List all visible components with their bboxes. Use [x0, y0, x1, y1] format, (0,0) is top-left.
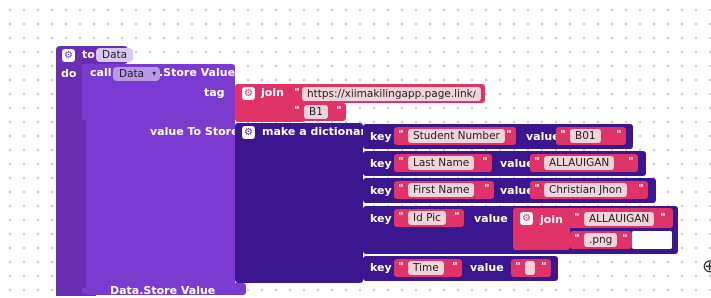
dictionary-label: make a dictionary	[262, 125, 374, 138]
value-text[interactable]	[525, 261, 535, 275]
key-text[interactable]: First Name	[408, 183, 475, 197]
quote-open-icon: "	[560, 128, 566, 141]
join-string-allauigan[interactable]: " ALLAUIGAN "	[570, 210, 670, 228]
pair-value-label: value	[526, 130, 560, 143]
join-string-png[interactable]: " .png "	[570, 231, 632, 249]
quote-close-icon: "	[482, 155, 488, 168]
bottom-call-partial-label: Data.Store Value	[110, 284, 216, 297]
pair-value-label: value	[500, 184, 534, 197]
tag-join-label: join	[261, 86, 284, 99]
quote-open-icon: "	[398, 182, 404, 195]
quote-open-icon: "	[398, 128, 404, 141]
key-text[interactable]: Id Pic	[408, 211, 446, 225]
value-to-store-label: value To Store	[150, 125, 239, 138]
quote-open-icon: "	[574, 232, 580, 245]
quote-open-icon: "	[294, 104, 300, 117]
quote-close-icon: "	[622, 232, 628, 245]
pair-value-label: value	[474, 212, 508, 225]
tag-label: tag	[204, 86, 225, 99]
key-string-time[interactable]: " Time "	[394, 259, 462, 277]
component-dropdown[interactable]: Data ▾	[113, 67, 161, 81]
dictionary-gear-icon[interactable]: ⚙	[242, 126, 255, 139]
bottom-call-block-partial[interactable]: Data.Store Value	[86, 283, 246, 297]
quote-close-icon: "	[336, 104, 342, 117]
pair-key-label: key	[370, 157, 392, 170]
value-string-empty[interactable]: " "	[511, 259, 551, 277]
key-string-student-number[interactable]: " Student Number "	[394, 127, 516, 145]
id-pic-join-label: join	[540, 213, 563, 226]
key-string-id-pic[interactable]: " Id Pic "	[394, 209, 464, 227]
join-part-text[interactable]: ALLAUIGAN	[584, 212, 655, 226]
call-inner-stripe	[82, 120, 86, 288]
method-label: .Store Value	[159, 66, 236, 79]
key-text[interactable]: Student Number	[408, 129, 505, 143]
quote-close-icon: "	[541, 260, 547, 273]
quote-open-icon: "	[398, 210, 404, 223]
quote-close-icon: "	[616, 128, 622, 141]
quote-close-icon: "	[484, 182, 490, 195]
value-text[interactable]: B01	[570, 129, 601, 143]
target-icon[interactable]: ⊕	[702, 257, 711, 277]
join-part-text[interactable]: .png	[584, 233, 618, 247]
quote-close-icon: "	[454, 210, 460, 223]
quote-open-icon: "	[294, 86, 300, 99]
pair-key-label: key	[370, 261, 392, 274]
quote-open-icon: "	[534, 182, 540, 195]
component-name: Data	[119, 68, 145, 80]
dictionary-block[interactable]	[235, 123, 363, 283]
join-gear-icon[interactable]: ⚙	[242, 87, 255, 100]
value-text[interactable]: Christian Jhon	[544, 183, 627, 197]
join-gear-icon[interactable]: ⚙	[520, 212, 533, 225]
value-text[interactable]: ALLAUIGAN	[544, 156, 615, 170]
tag-url-text[interactable]: https://xiimakilingapp.page.link/	[302, 87, 482, 101]
value-string-allauigan[interactable]: " ALLAUIGAN "	[530, 154, 638, 172]
quote-open-icon: "	[398, 155, 404, 168]
pair-value-label: value	[470, 261, 504, 274]
tag-b1-text[interactable]: B1	[304, 105, 328, 119]
key-string-first-name[interactable]: " First Name "	[394, 181, 494, 199]
pair-key-label: key	[370, 212, 392, 225]
procedure-name-field[interactable]: Data	[96, 48, 134, 62]
key-text[interactable]: Last Name	[408, 156, 475, 170]
quote-close-icon: "	[628, 155, 634, 168]
chevron-down-icon: ▾	[152, 69, 157, 78]
join-empty-slot	[632, 231, 672, 249]
pair-value-label: value	[500, 157, 534, 170]
procedure-gear-icon[interactable]: ⚙	[62, 49, 75, 62]
value-string-b01[interactable]: " B01 "	[556, 127, 626, 145]
key-string-last-name[interactable]: " Last Name "	[394, 154, 492, 172]
quote-open-icon: "	[534, 155, 540, 168]
tag-string-url[interactable]: " https://xiimakilingapp.page.link/ "	[290, 85, 482, 103]
pair-key-label: key	[370, 130, 392, 143]
quote-close-icon: "	[452, 260, 458, 273]
quote-open-icon: "	[398, 260, 404, 273]
value-string-christian-jhon[interactable]: " Christian Jhon "	[530, 181, 648, 199]
key-text[interactable]: Time	[408, 261, 444, 275]
call-label: call	[90, 66, 112, 79]
procedure-do-label: do	[61, 67, 77, 80]
quote-open-icon: "	[574, 211, 580, 224]
quote-close-icon: "	[660, 211, 666, 224]
quote-close-icon: "	[472, 86, 478, 99]
quote-open-icon: "	[515, 260, 521, 273]
pair-key-label: key	[370, 184, 392, 197]
quote-close-icon: "	[638, 182, 644, 195]
tag-string-b1[interactable]: " B1 "	[290, 103, 346, 121]
quote-close-icon: "	[506, 128, 512, 141]
procedure-to-label: to	[82, 48, 95, 61]
